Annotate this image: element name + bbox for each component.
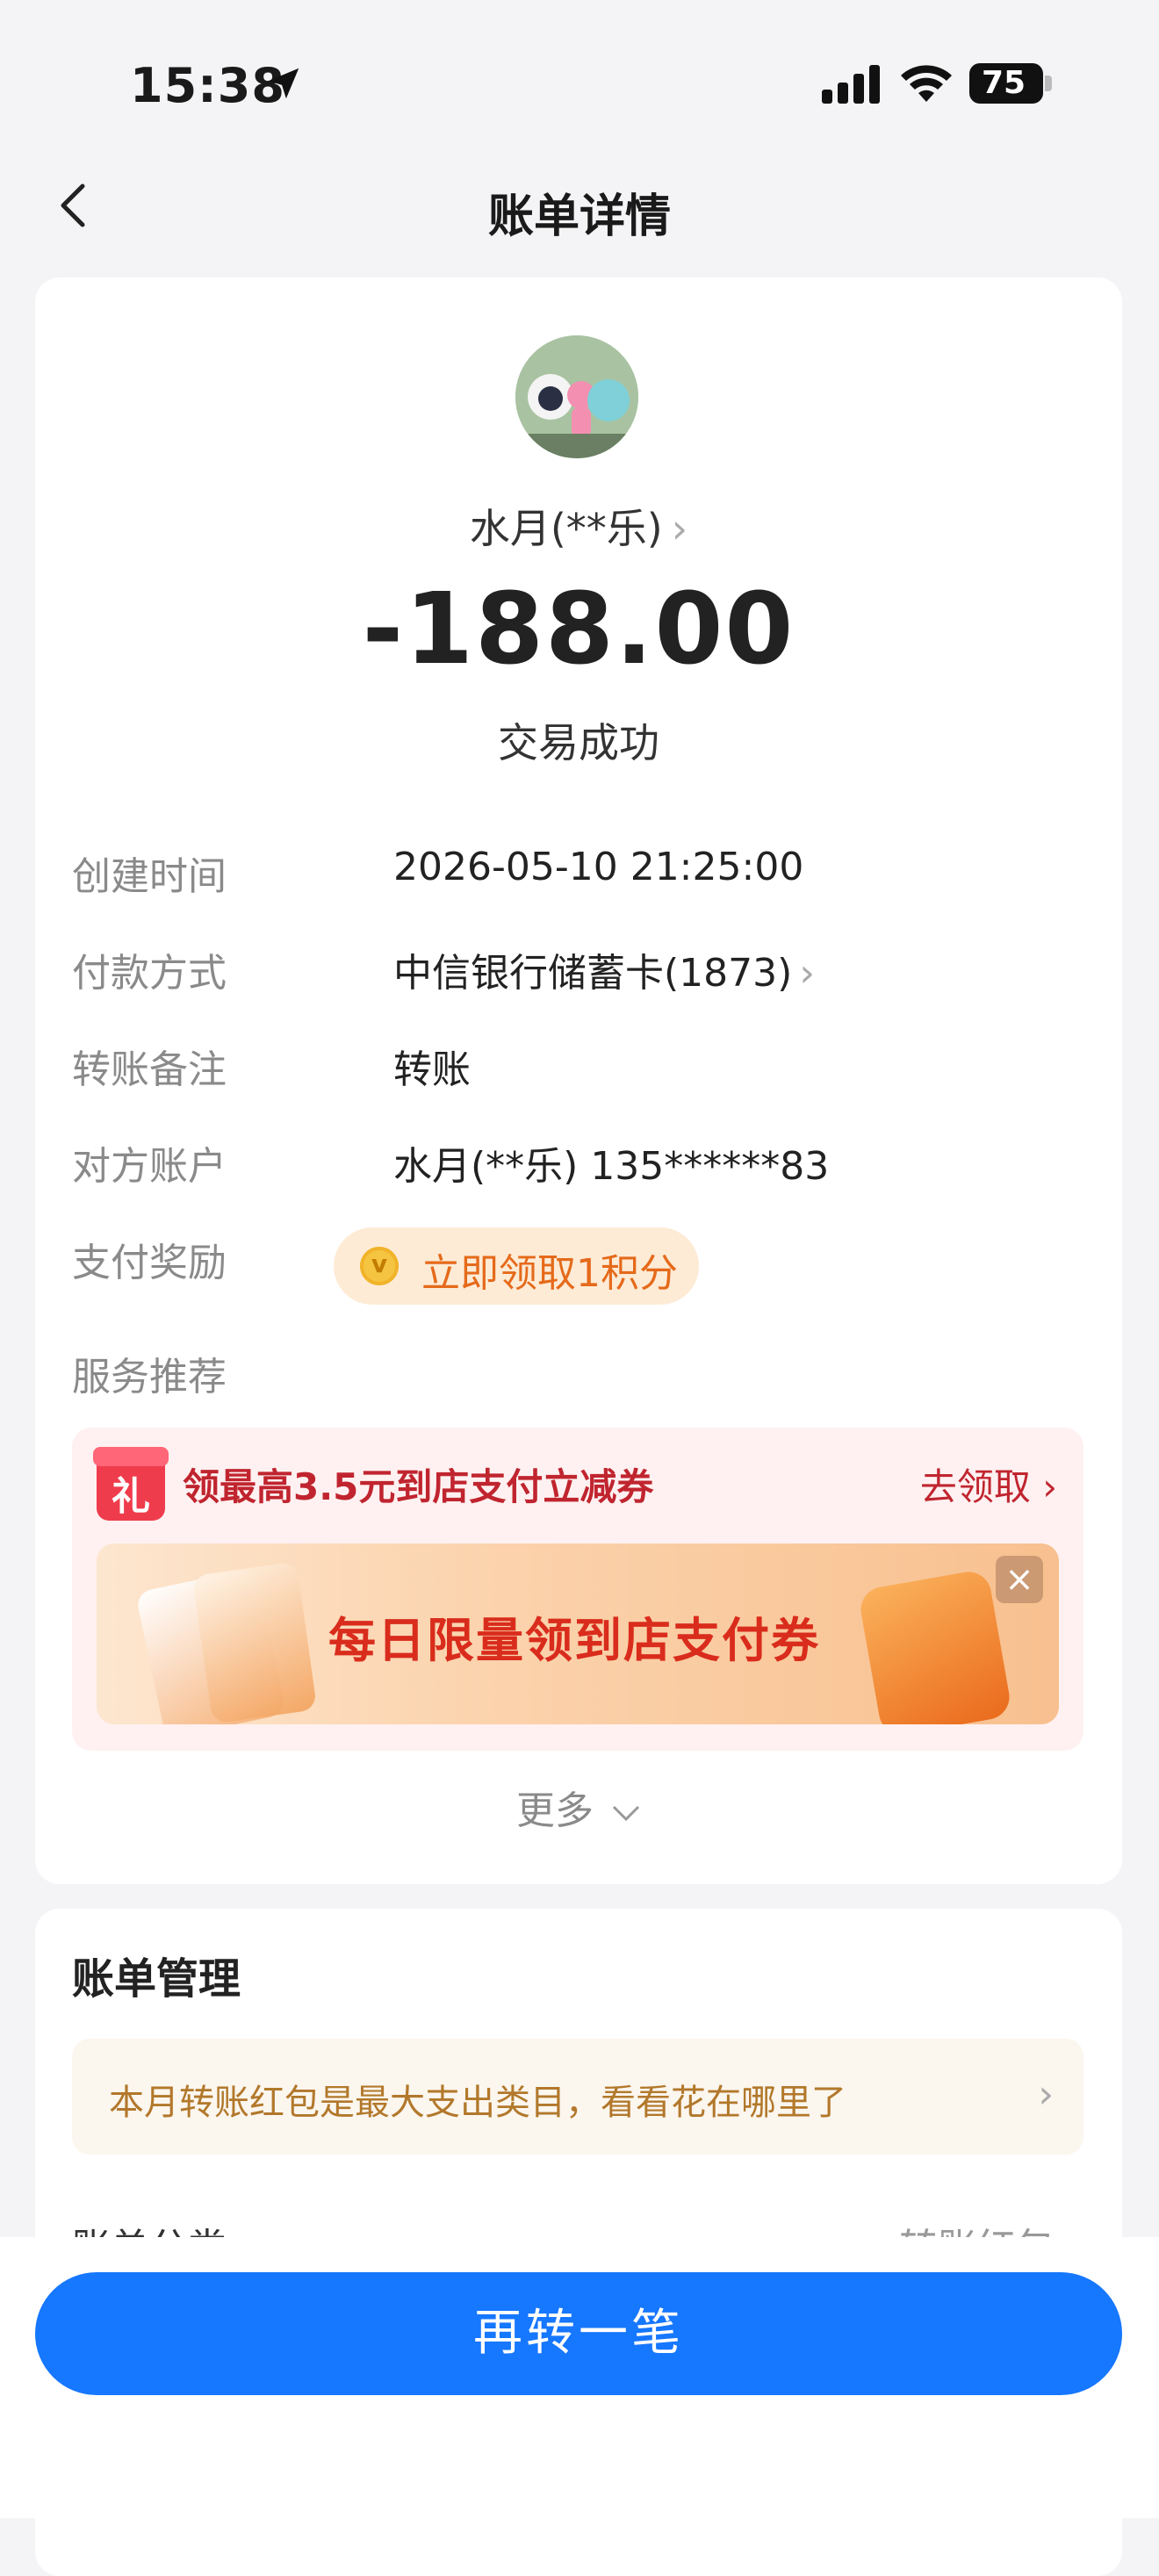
spending-insight[interactable]: 本月转账红包是最大支出类目，看看花在哪里了 › (72, 2039, 1083, 2155)
wallet-illustration (857, 1568, 1013, 1724)
chevron-right-icon: › (1038, 2072, 1054, 2117)
close-icon[interactable]: × (996, 1556, 1043, 1603)
ticket-illustration (191, 1561, 318, 1724)
wifi-icon (901, 65, 952, 102)
detail-label: 服务推荐 (72, 1355, 227, 1400)
claim-coupon-link[interactable]: 去领取 › (920, 1457, 1057, 1511)
nav-bar: 账单详情 (0, 167, 1159, 246)
detail-value: 转账 (393, 1047, 471, 1092)
cellular-signal-icon (822, 65, 880, 104)
detail-label: 创建时间 (72, 854, 227, 899)
detail-label: 对方账户 (72, 1144, 227, 1189)
bottom-bar: 再转一笔 (0, 2237, 1159, 2518)
promo-title: 领最高3.5元到店支付立减券 (183, 1465, 654, 1508)
detail-row-payment-method[interactable]: 付款方式 中信银行储蓄卡(1873) › (72, 941, 1082, 1003)
location-arrow-icon (268, 68, 299, 99)
coin-icon (360, 1247, 399, 1285)
battery-icon: 75 (969, 63, 1043, 104)
payment-method-value: 中信银行储蓄卡(1873) (393, 951, 793, 996)
payee-link[interactable]: 水月(**乐) › (35, 497, 1122, 555)
claim-points-button[interactable]: 立即领取1积分 (334, 1227, 699, 1305)
detail-value: 水月(**乐) 135******83 (393, 1144, 830, 1189)
chevron-right-icon: › (1042, 1465, 1057, 1508)
detail-label: 支付奖励 (72, 1241, 227, 1285)
gift-icon: 礼 (93, 1447, 169, 1521)
battery-cap (1045, 76, 1052, 91)
insight-text: 本月转账红包是最大支出类目，看看花在哪里了 (109, 2083, 846, 2123)
status-time: 15:38 (130, 58, 285, 113)
avatar-image (515, 335, 638, 458)
chevron-right-icon: › (799, 951, 815, 996)
transaction-card: 水月(**乐) › -188.00 交易成功 创建时间 2026-05-10 21… (35, 277, 1122, 1884)
payee-name: 水月(**乐) (469, 505, 663, 552)
promo-banner[interactable]: 每日限量领到店支付券 × (97, 1543, 1059, 1724)
detail-value: 2026-05-10 21:25:00 (393, 845, 804, 889)
home-indicator (0, 2500, 1159, 2518)
section-title: 账单管理 (72, 1954, 241, 2004)
transfer-again-button[interactable]: 再转一笔 (35, 2272, 1122, 2395)
detail-label: 转账备注 (72, 1047, 227, 1092)
claim-points-label: 立即领取1积分 (421, 1251, 678, 1296)
detail-value: 中信银行储蓄卡(1873) › (393, 941, 815, 997)
status-bar: 15:38 75 (0, 0, 1159, 167)
more-button[interactable]: 更多 (35, 1779, 1122, 1835)
avatar[interactable] (515, 335, 638, 458)
transaction-amount: -188.00 (362, 572, 795, 687)
banner-text: 每日限量领到店支付券 (328, 1613, 820, 1668)
promo-card[interactable]: 礼 领最高3.5元到店支付立减券 去领取 › 每日限量领到店支付券 × (72, 1428, 1083, 1751)
detail-label: 付款方式 (72, 951, 227, 996)
detail-row-created-time: 创建时间 2026-05-10 21:25:00 (72, 845, 1082, 906)
detail-row-recommend: 服务推荐 (72, 1345, 1082, 1407)
gift-glyph: 礼 (112, 1474, 150, 1519)
transaction-status: 交易成功 (498, 719, 659, 766)
more-label: 更多 (516, 1788, 594, 1833)
claim-coupon-label: 去领取 (919, 1465, 1031, 1508)
detail-row-counterparty: 对方账户 水月(**乐) 135******83 (72, 1134, 1082, 1196)
detail-row-remark: 转账备注 转账 (72, 1038, 1082, 1099)
chevron-down-icon (612, 1805, 640, 1822)
page-title: 账单详情 (487, 191, 671, 243)
chevron-right-icon: › (671, 505, 688, 552)
